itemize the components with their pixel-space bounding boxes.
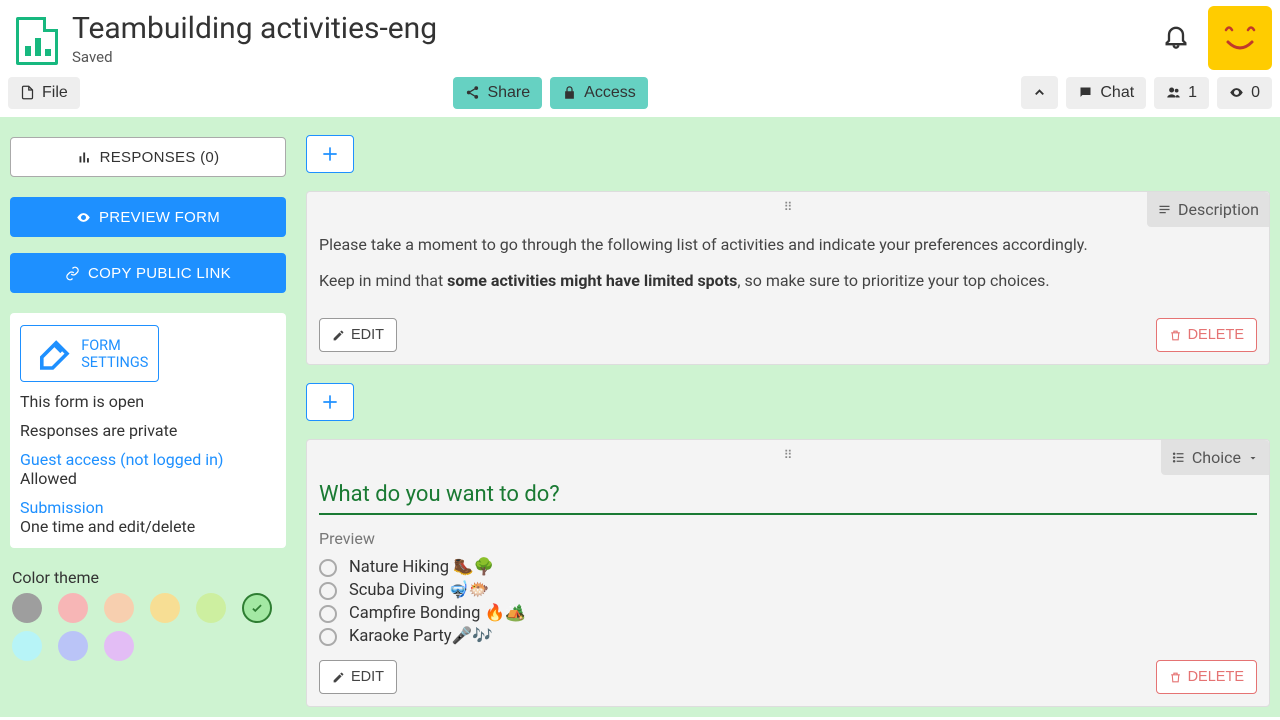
preview-label: Preview [319,529,1257,548]
color-swatches [12,593,284,661]
choice-option[interactable]: Campfire Bonding 🔥🏕️ [319,602,1257,625]
responses-button[interactable]: RESPONSES (0) [10,137,286,177]
save-status: Saved [72,48,447,66]
radio-icon [319,605,337,623]
preview-form-button[interactable]: PREVIEW FORM [10,197,286,237]
file-menu-button[interactable]: File [8,77,80,109]
choice-option[interactable]: Scuba Diving 🤿🐡 [319,579,1257,602]
choice-question-title: What do you want to do? [319,482,1257,515]
add-block-button[interactable] [306,383,354,421]
form-canvas: ⠿ Description Please take a moment to go… [296,117,1280,717]
drag-handle-icon[interactable]: ⠿ [784,448,793,462]
choice-option-label: Campfire Bonding 🔥🏕️ [349,604,526,623]
copy-public-link-button[interactable]: COPY PUBLIC LINK [10,253,286,293]
people-count: 1 [1188,84,1197,102]
block-type-label: Choice [1192,448,1241,467]
views-count: 0 [1251,84,1260,102]
choice-option-label: Scuba Diving 🤿🐡 [349,581,489,600]
color-swatch-7[interactable] [58,631,88,661]
form-open-status: This form is open [20,392,276,411]
delete-label: DELETE [1188,327,1244,343]
share-label: Share [487,84,530,102]
form-settings-button[interactable]: FORM SETTINGS [20,325,159,382]
file-label: File [42,84,68,102]
guest-access-value: Allowed [20,469,77,488]
views-count-button[interactable]: 0 [1217,77,1272,109]
description-block: ⠿ Description Please take a moment to go… [306,191,1270,366]
block-type-description[interactable]: Description [1147,192,1269,227]
choice-option-label: Karaoke Party🎤🎶 [349,627,493,646]
preview-form-label: PREVIEW FORM [99,209,220,226]
color-swatch-5[interactable] [242,593,272,623]
color-theme-label: Color theme [12,568,284,587]
color-swatch-8[interactable] [104,631,134,661]
access-label: Access [584,84,636,102]
people-count-button[interactable]: 1 [1154,77,1209,109]
edit-label: EDIT [351,327,384,343]
chevron-down-icon [1247,452,1259,464]
description-p2: Keep in mind that some activities might … [319,270,1257,292]
block-type-choice[interactable]: Choice [1161,440,1269,475]
chat-label: Chat [1100,84,1134,102]
edit-choice-button[interactable]: EDIT [319,660,397,694]
share-button[interactable]: Share [453,77,542,109]
delete-choice-button[interactable]: DELETE [1156,660,1257,694]
choice-option[interactable]: Nature Hiking 🥾🌳 [319,556,1257,579]
description-p2-strong: some activities might have limited spots [447,271,737,290]
description-p2a: Keep in mind that [319,271,447,290]
form-settings-label: FORM SETTINGS [81,337,148,371]
description-p2b: , so make sure to prioritize your top ch… [737,271,1049,290]
add-block-button[interactable] [306,135,354,173]
color-swatch-4[interactable] [196,593,226,623]
edit-description-button[interactable]: EDIT [319,318,397,352]
choice-block: ⠿ Choice What do you want to do? Preview… [306,439,1270,707]
radio-icon [319,628,337,646]
color-swatch-3[interactable] [150,593,180,623]
sidebar: RESPONSES (0) PREVIEW FORM COPY PUBLIC L… [0,117,296,717]
collapse-button[interactable] [1021,76,1058,109]
radio-icon [319,559,337,577]
app-logo-icon [16,17,58,65]
block-type-label: Description [1178,200,1259,219]
delete-label: DELETE [1188,669,1244,685]
choice-option[interactable]: Karaoke Party🎤🎶 [319,625,1257,648]
submission-value: One time and edit/delete [20,517,195,536]
color-swatch-0[interactable] [12,593,42,623]
choice-option-label: Nature Hiking 🥾🌳 [349,558,494,577]
avatar[interactable] [1208,6,1272,70]
responses-label: RESPONSES (0) [100,149,220,166]
description-p1: Please take a moment to go through the f… [319,234,1257,256]
notifications-icon[interactable] [1162,22,1190,54]
delete-description-button[interactable]: DELETE [1156,318,1257,352]
form-title-text: Teambuilding activities-eng [72,11,437,46]
page-title[interactable]: Teambuilding activities-eng [72,11,447,46]
color-swatch-6[interactable] [12,631,42,661]
access-button[interactable]: Access [550,77,648,109]
choice-options: Nature Hiking 🥾🌳 Scuba Diving 🤿🐡 Campfire … [319,556,1257,648]
submission-link[interactable]: Submission [20,498,104,517]
guest-access-link[interactable]: Guest access (not logged in) [20,450,223,469]
radio-icon [319,582,337,600]
chat-button[interactable]: Chat [1066,77,1146,109]
copy-link-label: COPY PUBLIC LINK [88,265,231,282]
form-settings-card: FORM SETTINGS This form is open Response… [10,313,286,548]
drag-handle-icon[interactable]: ⠿ [784,200,793,214]
color-swatch-1[interactable] [58,593,88,623]
edit-label: EDIT [351,669,384,685]
color-swatch-2[interactable] [104,593,134,623]
responses-privacy-status: Responses are private [20,421,276,440]
